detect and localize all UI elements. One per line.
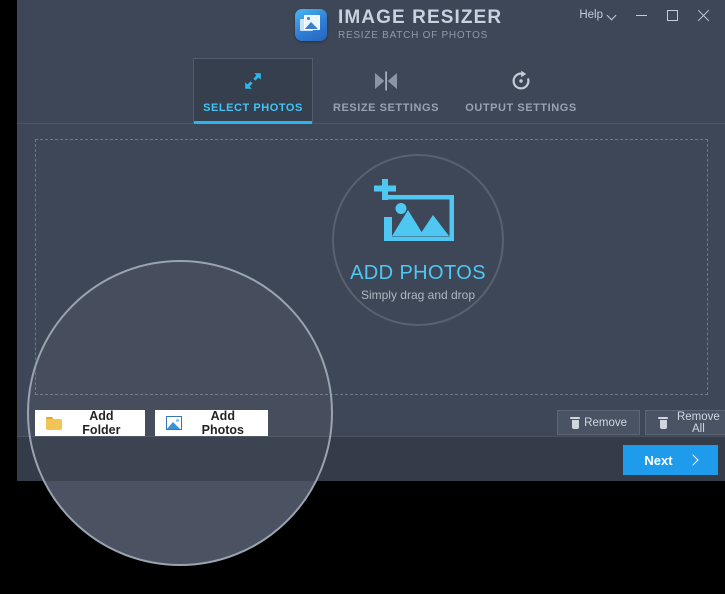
remove-label: Remove xyxy=(584,417,627,429)
remove-all-label: Remove All xyxy=(673,411,724,435)
trash-icon xyxy=(570,417,578,429)
next-button[interactable]: Next xyxy=(623,445,718,475)
photo-icon xyxy=(166,416,182,430)
add-image-icon xyxy=(372,179,464,250)
screen: IMAGE RESIZER RESIZE BATCH OF PHOTOS Hel… xyxy=(0,0,725,594)
application-window: IMAGE RESIZER RESIZE BATCH OF PHOTOS Hel… xyxy=(17,0,725,481)
chevron-down-icon xyxy=(608,11,617,20)
window-controls: Help xyxy=(572,4,717,26)
remove-button[interactable]: Remove xyxy=(557,410,640,435)
tab-select-photos[interactable]: SELECT PHOTOS xyxy=(193,58,313,124)
tab-label: OUTPUT SETTINGS xyxy=(465,102,577,114)
action-row: Add Folder Add Photos Remove Remove All xyxy=(17,410,725,436)
image-resizer-icon xyxy=(295,9,327,41)
chevron-right-icon xyxy=(689,456,697,464)
drop-zone[interactable]: ADD PHOTOS Simply drag and drop xyxy=(35,139,708,395)
tab-label: SELECT PHOTOS xyxy=(203,102,303,114)
footer-bar: Next xyxy=(17,436,725,481)
remove-all-button[interactable]: Remove All xyxy=(645,410,725,435)
brand: IMAGE RESIZER RESIZE BATCH OF PHOTOS xyxy=(295,8,502,41)
folder-icon xyxy=(46,417,62,430)
add-photos-label: ADD PHOTOS xyxy=(350,262,486,285)
tab-label: RESIZE SETTINGS xyxy=(333,102,439,114)
close-button[interactable] xyxy=(689,4,717,26)
brand-text: IMAGE RESIZER RESIZE BATCH OF PHOTOS xyxy=(338,8,502,41)
expand-arrows-icon xyxy=(241,69,265,93)
maximize-button[interactable] xyxy=(658,4,686,26)
add-photos-hint: Simply drag and drop xyxy=(361,288,475,302)
minimize-button[interactable] xyxy=(627,4,655,26)
app-subtitle: RESIZE BATCH OF PHOTOS xyxy=(338,31,502,41)
refresh-icon xyxy=(509,69,533,93)
tab-resize-settings[interactable]: RESIZE SETTINGS xyxy=(326,58,446,124)
tab-bar: SELECT PHOTOS RESIZE SETTINGS xyxy=(17,58,725,124)
add-photos-file-label: Add Photos xyxy=(189,409,257,437)
app-title: IMAGE RESIZER xyxy=(338,8,502,27)
minimize-icon xyxy=(636,15,647,16)
maximize-icon xyxy=(667,10,678,21)
trash-icon xyxy=(658,417,667,429)
tab-output-settings[interactable]: OUTPUT SETTINGS xyxy=(461,58,581,124)
close-icon xyxy=(697,9,710,22)
help-menu-button[interactable]: Help xyxy=(572,5,624,25)
icon-frame-front xyxy=(304,15,320,30)
add-folder-label: Add Folder xyxy=(69,409,134,437)
compress-icon xyxy=(373,69,399,93)
add-folder-button[interactable]: Add Folder xyxy=(35,410,145,436)
content-area: ADD PHOTOS Simply drag and drop Add Fold… xyxy=(17,125,725,436)
help-label: Help xyxy=(579,9,603,21)
title-bar: IMAGE RESIZER RESIZE BATCH OF PHOTOS Hel… xyxy=(17,0,725,58)
next-label: Next xyxy=(644,453,672,468)
add-photos-file-button[interactable]: Add Photos xyxy=(155,410,268,436)
add-photos-button[interactable]: ADD PHOTOS Simply drag and drop xyxy=(332,154,504,326)
